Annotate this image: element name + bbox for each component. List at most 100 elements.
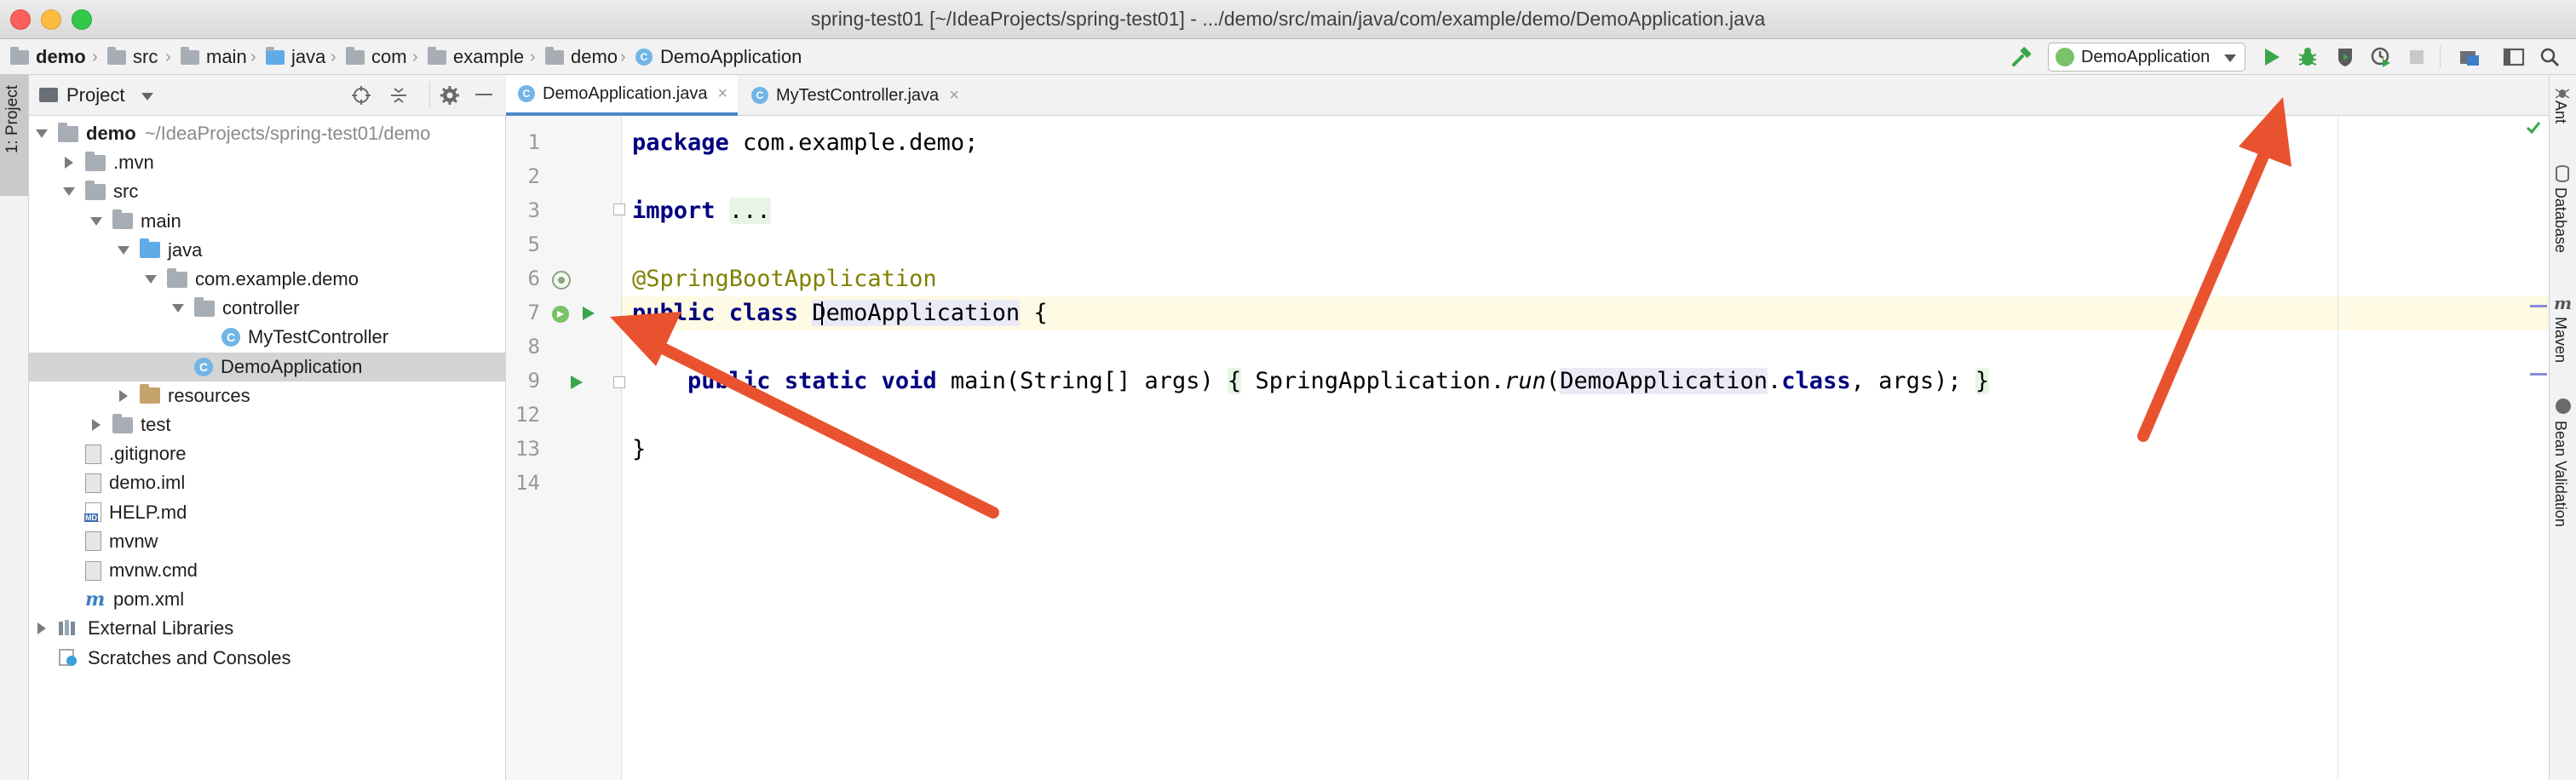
expanded-arrow-icon[interactable] (63, 187, 75, 197)
tree-item[interactable]: java (29, 236, 506, 265)
code-text: com.example.demo; (728, 129, 979, 156)
project-panel-title[interactable]: Project (66, 84, 124, 106)
project-structure-icon[interactable] (2457, 44, 2482, 70)
profile-icon[interactable] (2368, 44, 2394, 70)
terminal-icon[interactable] (2501, 44, 2527, 70)
tree-item[interactable]: src (29, 177, 506, 206)
tree-item[interactable]: .gitignore (29, 439, 506, 468)
maven-tool-tab[interactable]: Maven (2551, 317, 2569, 363)
breadcrumb-demo[interactable]: demo (10, 39, 86, 75)
breadcrumb-demo-pkg[interactable]: demo (545, 39, 618, 75)
collapsed-arrow-icon[interactable] (65, 157, 73, 169)
ant-tool-tab[interactable]: Ant (2551, 100, 2569, 123)
line-number: 1 (527, 130, 540, 154)
tree-item[interactable]: demo ~/IdeaProjects/spring-test01/demo (29, 119, 506, 148)
breadcrumb-separator: › (331, 48, 336, 66)
gear-icon[interactable] (440, 85, 460, 111)
coverage-icon[interactable] (2332, 44, 2358, 70)
tree-item[interactable]: Scratches and Consoles (29, 644, 506, 673)
tree-item-label: java (168, 238, 203, 261)
code-text: } (632, 436, 647, 462)
package-icon (194, 296, 215, 317)
spring-beans-icon[interactable] (550, 269, 572, 296)
breadcrumb-demoapplication[interactable]: C DemoApplication (635, 39, 802, 75)
expanded-arrow-icon[interactable] (90, 216, 102, 226)
tree-item[interactable]: m pom.xml (29, 585, 506, 614)
code-text: { (1020, 300, 1048, 326)
scroll-marker (2530, 373, 2547, 376)
expanded-arrow-icon[interactable] (145, 275, 157, 284)
right-margin-guide (2337, 116, 2338, 780)
run-configuration-select[interactable]: DemoApplication (2048, 43, 2245, 72)
tree-item[interactable]: C MyTestController (29, 323, 506, 352)
collapse-all-icon[interactable] (388, 85, 409, 111)
tab-demoapplication[interactable]: C DemoApplication.java × (506, 75, 738, 116)
project-tool-tab-label: 1: Project (3, 85, 21, 154)
file-icon (85, 531, 101, 552)
code-line-7: public class DemoApplication { (622, 296, 2549, 330)
breadcrumb-com[interactable]: com (346, 39, 407, 75)
expanded-arrow-icon[interactable] (118, 245, 129, 255)
tree-item[interactable]: mvnw (29, 527, 506, 556)
code-annotation: @SpringBootApplication (632, 266, 937, 292)
maven-file-icon: m (85, 588, 106, 611)
expanded-arrow-icon[interactable] (172, 304, 184, 313)
folder-icon (545, 46, 564, 65)
search-icon[interactable] (2537, 44, 2562, 70)
tree-item[interactable]: C DemoApplication (29, 352, 506, 381)
code-text: SpringApplication. (1241, 368, 1505, 394)
tree-item[interactable]: com.example.demo (29, 265, 506, 294)
code-area[interactable]: package com.example.demo; import ... @Sp… (622, 116, 2549, 780)
source-folder-icon (140, 238, 160, 259)
breadcrumb-java[interactable]: java (266, 39, 325, 75)
breadcrumb-main[interactable]: main (181, 39, 247, 75)
tree-item[interactable]: controller (29, 294, 506, 323)
tree-item[interactable]: test (29, 410, 506, 439)
breadcrumb-label: DemoApplication (660, 46, 802, 67)
locate-icon[interactable] (351, 85, 371, 111)
code-line-13: } (622, 433, 2549, 467)
tab-mytestcontroller[interactable]: C MyTestController.java × (739, 75, 992, 116)
tree-item[interactable]: resources (29, 381, 506, 410)
close-icon[interactable]: × (717, 84, 727, 104)
run-main-gutter-icon[interactable] (569, 374, 584, 396)
line-number: 9 (527, 369, 540, 393)
breadcrumb-example[interactable]: example (428, 39, 524, 75)
spring-boot-gutter-icon[interactable] (549, 302, 572, 331)
hammer-icon[interactable] (2009, 44, 2034, 70)
tree-item[interactable]: main (29, 207, 506, 236)
right-tool-strip: Ant Database m Maven Bean Validation (2549, 75, 2576, 780)
database-tool-tab[interactable]: Database (2551, 187, 2569, 253)
folder-icon (266, 46, 285, 65)
tree-item-label: controller (222, 297, 300, 319)
tree-item[interactable]: HELP.md (29, 498, 506, 527)
tree-item[interactable]: demo.iml (29, 468, 506, 497)
chevron-down-icon[interactable] (141, 93, 153, 100)
close-icon[interactable]: × (949, 86, 959, 106)
breadcrumb-label: example (453, 46, 525, 67)
run-gutter-icon[interactable] (581, 305, 596, 327)
database-icon (2556, 165, 2569, 182)
project-tool-tab[interactable]: 1: Project (0, 75, 28, 196)
run-icon[interactable] (2259, 44, 2285, 70)
collapsed-arrow-icon[interactable] (92, 419, 101, 431)
tree-item-label: pom.xml (113, 588, 185, 611)
folded-imports[interactable]: ... (728, 198, 771, 224)
stop-icon[interactable] (2404, 44, 2429, 70)
tree-item[interactable]: mvnw.cmd (29, 556, 506, 585)
bean-validation-tool-tab[interactable]: Bean Validation (2551, 421, 2569, 527)
expanded-arrow-icon[interactable] (36, 129, 48, 138)
collapsed-arrow-icon[interactable] (119, 389, 128, 402)
check-icon (2525, 119, 2542, 141)
collapsed-arrow-icon[interactable] (37, 622, 46, 635)
code-text: main(String[] args) (936, 368, 1228, 394)
code-text: . (1768, 368, 1782, 394)
tree-item[interactable]: .mvn (29, 148, 506, 177)
window-title: spring-test01 [~/IdeaProjects/spring-tes… (810, 8, 1766, 30)
hide-panel-icon[interactable] (475, 94, 492, 95)
breadcrumb-src[interactable]: src (107, 39, 158, 75)
debug-icon[interactable] (2295, 44, 2320, 70)
tree-item[interactable]: External Libraries (29, 614, 506, 643)
line-number: 6 (527, 267, 540, 290)
file-icon (85, 444, 101, 464)
